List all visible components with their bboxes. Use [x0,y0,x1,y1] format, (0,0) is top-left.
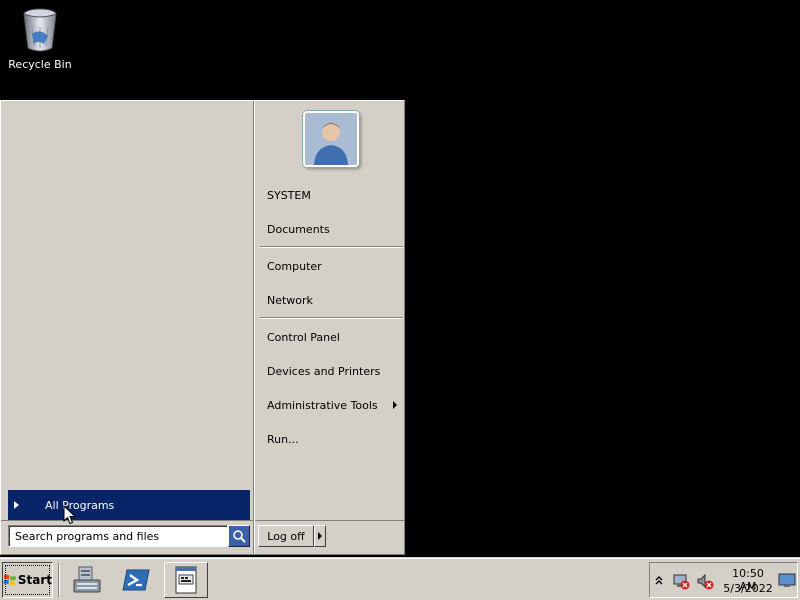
menu-separator [260,246,403,248]
show-hidden-icons-chevron-icon[interactable] [655,575,663,585]
start-menu: All Programs SYSTEM Documents [0,100,405,555]
menu-item-administrative-tools[interactable]: Administrative Tools [259,391,403,419]
recycle-bin-label: Recycle Bin [8,58,72,71]
menu-item-documents[interactable]: Documents [259,215,403,243]
network-error-icon[interactable] [672,572,690,590]
start-menu-search-row [1,520,254,554]
user-avatar-icon [305,113,357,165]
submenu-arrow-icon [393,401,397,409]
user-picture[interactable] [303,111,359,167]
start-menu-places-pane: SYSTEM Documents Computer Network Contro… [255,101,404,521]
all-programs-arrow-icon [14,501,19,509]
search-input[interactable] [8,525,228,547]
chevron-right-icon [318,532,322,540]
all-programs-button[interactable]: All Programs [8,490,250,520]
notification-area: 10:50 AM 5/3/2022 [649,562,798,598]
server-manager-button[interactable] [65,562,109,598]
log-off-button[interactable]: Log off [258,525,314,547]
menu-separator [260,317,403,319]
menu-item-label: Devices and Printers [267,364,381,378]
speaker-muted-icon[interactable] [696,572,714,590]
menu-item-control-panel[interactable]: Control Panel [259,323,403,351]
menu-item-label: SYSTEM [267,188,311,202]
log-off-row: Log off [255,520,405,554]
menu-item-label: Documents [267,222,330,236]
show-desktop-icon[interactable] [778,571,796,589]
shutdown-options-button[interactable] [314,525,326,547]
clock-date[interactable]: 5/3/2022 [722,582,774,595]
explorer-window-icon [175,566,197,594]
menu-item-label: Control Panel [267,330,340,344]
server-manager-icon [73,566,101,593]
menu-item-system[interactable]: SYSTEM [259,181,403,209]
menu-item-label: Run... [267,432,299,446]
mouse-pointer-icon [63,505,77,525]
powershell-button[interactable] [114,562,158,598]
menu-item-network[interactable]: Network [259,286,403,314]
taskbar-separator [58,563,60,597]
all-programs-label: All Programs [45,498,115,512]
menu-item-label: Administrative Tools [267,398,378,412]
log-off-label: Log off [267,529,305,543]
windows-logo-icon [3,574,16,586]
search-button[interactable] [228,525,250,547]
start-label: Start [17,573,52,587]
menu-item-devices-and-printers[interactable]: Devices and Printers [259,357,403,385]
taskbar: Start 10:50 AM 5/3/2022 [0,558,800,600]
menu-item-label: Computer [267,259,322,273]
menu-item-computer[interactable]: Computer [259,252,403,280]
search-icon [233,530,246,543]
menu-item-run[interactable]: Run... [259,425,403,453]
start-button[interactable]: Start [2,562,53,598]
start-menu-programs-pane [3,103,253,520]
recycle-bin-icon [23,8,57,52]
explorer-window-button[interactable] [164,562,208,598]
menu-item-label: Network [267,293,313,307]
recycle-bin-desktop-icon[interactable]: Recycle Bin [8,6,72,71]
powershell-icon [122,569,150,591]
